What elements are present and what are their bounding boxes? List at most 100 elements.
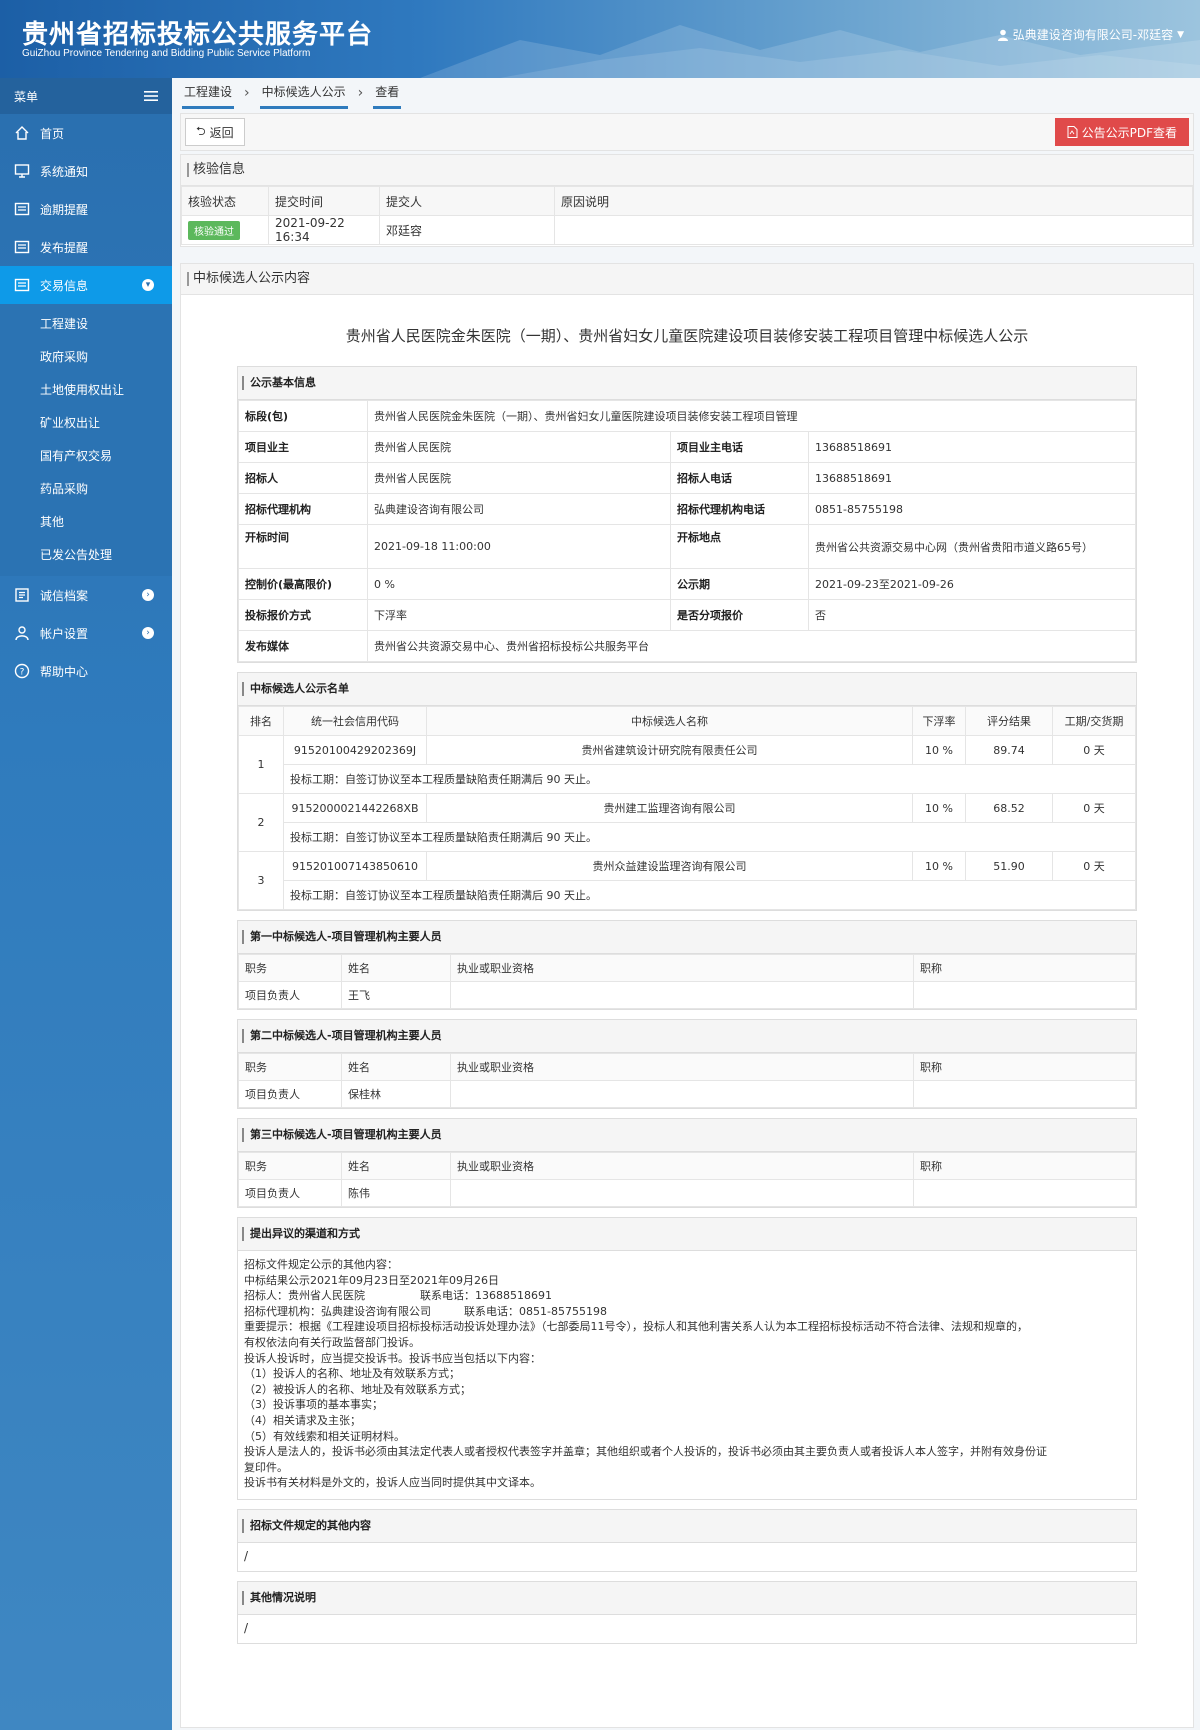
user-name: 弘典建设咨询有限公司-邓廷容 (1012, 28, 1174, 42)
help-icon: ? (14, 663, 30, 679)
col-role: 职务 (238, 1152, 342, 1180)
text-line: 招标代理机构：弘典建设咨询有限公司 联系电话：0851-85755198 (244, 1304, 607, 1318)
personnel-table: 职务 姓名 执业或职业资格 职称 项目负责人 保桂林 (238, 1053, 1136, 1108)
label: 是否分项报价 (670, 599, 809, 631)
col-role: 职务 (238, 1053, 342, 1081)
content-panel-title: 中标候选人公示内容 (181, 264, 1193, 295)
label: 投标报价方式 (238, 599, 368, 631)
submenu-item[interactable]: 工程建设 (0, 308, 172, 341)
basic-info-table: 标段(包) 贵州省人民医院金朱医院（一期）、贵州省妇女儿童医院建设项目装修安装工… (238, 400, 1136, 662)
col-reason: 原因说明 (554, 186, 1193, 216)
col-qualification: 执业或职业资格 (450, 1152, 914, 1180)
sidebar-item-home[interactable]: 首页 (0, 114, 172, 152)
text-line: 招标文件规定公示的其他内容： (244, 1258, 398, 1271)
user-menu[interactable]: 弘典建设咨询有限公司-邓廷容 ▼ (997, 26, 1184, 43)
label: 发布媒体 (238, 630, 368, 662)
text-line: 中标结果公示2021年09月23日至2021年09月26日 (244, 1273, 499, 1287)
col-status: 核验状态 (181, 186, 269, 216)
col-rank: 排名 (238, 706, 284, 736)
value: 贵州省公共资源交易中心网（贵州省贵阳市道义路65号） (808, 524, 1136, 569)
label: 开标时间 (238, 524, 368, 569)
sidebar-item-account[interactable]: 帐户设置 › (0, 614, 172, 652)
candidates-table: 排名 统一社会信用代码 中标候选人名称 下浮率 评分结果 工期/交货期 1 91… (238, 706, 1136, 910)
other-docs-value: / (244, 1548, 249, 1563)
svg-text:?: ? (20, 668, 25, 678)
sidebar-item-overdue[interactable]: 逾期提醒 (0, 190, 172, 228)
submenu-item[interactable]: 已发公告处理 (0, 539, 172, 572)
section-title: 其他情况说明 (238, 1581, 1136, 1615)
back-button[interactable]: ⮌ 返回 (185, 118, 245, 146)
table-row: 1 91520100429202369J 贵州省建筑设计研究院有限责任公司 10… (238, 735, 1136, 794)
label: 招标人 (238, 462, 368, 494)
status-badge: 核验通过 (188, 220, 240, 240)
qualification (450, 981, 914, 1009)
text-line: 招标人：贵州省人民医院 联系电话：13688518691 (244, 1289, 552, 1303)
rank: 3 (238, 851, 284, 910)
rate: 10 % (912, 793, 966, 823)
basic-info-section: 公示基本信息 标段(包) 贵州省人民医院金朱医院（一期）、贵州省妇女儿童医院建设… (237, 366, 1137, 663)
col-qualification: 执业或职业资格 (450, 1053, 914, 1081)
label: 项目业主 (238, 431, 368, 463)
breadcrumb: 工程建设 › 中标候选人公示 › 查看 (182, 77, 402, 109)
value: 贵州省公共资源交易中心、贵州省招标投标公共服务平台 (367, 630, 1136, 662)
score: 68.52 (965, 793, 1053, 823)
other-notes-value: / (244, 1620, 249, 1635)
label: 标段(包) (238, 400, 368, 432)
person-name: 陈伟 (341, 1179, 451, 1207)
section-title: 提出异议的渠道和方式 (238, 1218, 1136, 1251)
col-name: 姓名 (341, 1053, 451, 1081)
verify-panel-title: 核验信息 (181, 155, 1193, 186)
submenu-item[interactable]: 矿业权出让 (0, 407, 172, 440)
col-title: 职称 (913, 1152, 1136, 1180)
text-line: 投诉人是法人的，投诉书必须由其法定代表人或者授权代表签字并盖章；其他组织或者个人… (244, 1445, 1047, 1459)
verify-panel: 核验信息 核验状态 提交时间 提交人 原因说明 核验通过 2021-09-22 … (180, 154, 1194, 247)
submenu-item[interactable]: 其他 (0, 506, 172, 539)
sidebar-item-notice[interactable]: 系统通知 (0, 152, 172, 190)
submenu-item[interactable]: 国有产权交易 (0, 440, 172, 473)
sidebar-item-trade[interactable]: 交易信息 ▾ (0, 266, 172, 304)
role: 项目负责人 (238, 1179, 342, 1207)
toolbar: ⮌ 返回 公告公示PDF查看 (180, 113, 1194, 151)
value: 弘典建设咨询有限公司 (367, 493, 671, 525)
back-icon: ⮌ (196, 123, 206, 138)
text-line: 复印件。 (244, 1460, 288, 1474)
caret-down-icon: ▼ (1177, 29, 1184, 40)
col-time: 提交时间 (268, 186, 380, 216)
sidebar-item-help[interactable]: ? 帮助中心 (0, 652, 172, 690)
pdf-view-button[interactable]: 公告公示PDF查看 (1054, 118, 1189, 146)
candidate-name: 贵州省建筑设计研究院有限责任公司 (426, 735, 913, 765)
submitter: 邓廷容 (379, 215, 555, 245)
site-subtitle: GuiZhou Province Tendering and Bidding P… (22, 48, 311, 59)
home-icon (14, 125, 30, 141)
candidate-note: 投标工期：自签订协议至本工程质量缺陷责任期满后 90 天止。 (283, 764, 1136, 794)
col-name: 姓名 (341, 1152, 451, 1180)
submenu-item[interactable]: 土地使用权出让 (0, 374, 172, 407)
sidebar-submenu: 工程建设 政府采购 土地使用权出让 矿业权出让 国有产权交易 药品采购 其他 已… (0, 304, 172, 576)
title (913, 1179, 1136, 1207)
objection-text: 招标文件规定公示的其他内容： 中标结果公示2021年09月23日至2021年09… (238, 1251, 1136, 1499)
candidate-name: 贵州建工监理咨询有限公司 (426, 793, 913, 823)
value: 2021-09-18 11:00:00 (367, 524, 671, 569)
chevron-right-icon: › (142, 627, 154, 639)
title (913, 1080, 1136, 1108)
breadcrumb-item[interactable]: 查看 (373, 77, 402, 109)
pdf-icon (1067, 126, 1078, 138)
hamburger-icon[interactable] (144, 90, 158, 102)
sidebar-item-credit[interactable]: 诚信档案 › (0, 576, 172, 614)
person-name: 王飞 (341, 981, 451, 1009)
col-period: 工期/交货期 (1052, 706, 1136, 736)
role: 项目负责人 (238, 981, 342, 1009)
list-icon (14, 277, 30, 293)
qualification (450, 1080, 914, 1108)
breadcrumb-item[interactable]: 中标候选人公示 (259, 77, 348, 109)
submenu-item[interactable]: 政府采购 (0, 341, 172, 374)
submenu-item[interactable]: 药品采购 (0, 473, 172, 506)
breadcrumb-item[interactable]: 工程建设 (182, 77, 235, 109)
sidebar-item-label: 首页 (40, 126, 65, 141)
document-body: 公示基本信息 标段(包) 贵州省人民医院金朱医院（一期）、贵州省妇女儿童医院建设… (237, 366, 1137, 1644)
label: 开标地点 (670, 524, 809, 569)
section-title: 公示基本信息 (238, 367, 1136, 400)
sidebar-item-publish[interactable]: 发布提醒 (0, 228, 172, 266)
value: 13688518691 (808, 431, 1136, 463)
content-panel: 中标候选人公示内容 贵州省人民医院金朱医院（一期）、贵州省妇女儿童医院建设项目装… (180, 263, 1194, 1728)
